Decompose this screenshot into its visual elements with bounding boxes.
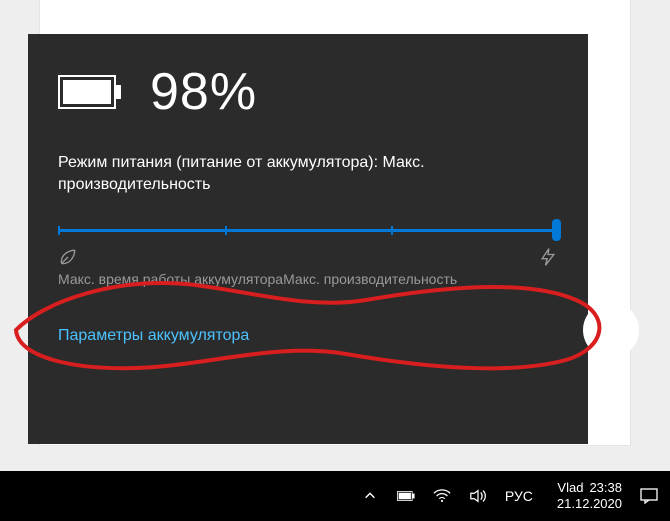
taskbar: РУС Vlad 23:38 21.12.2020 bbox=[0, 471, 670, 521]
slider-tick bbox=[391, 226, 393, 235]
tray-overflow-chevron-icon[interactable] bbox=[361, 487, 379, 505]
action-center-icon[interactable] bbox=[640, 487, 658, 505]
slider-icon-row bbox=[58, 247, 558, 267]
taskbar-date: 21.12.2020 bbox=[557, 496, 622, 512]
battery-settings-link[interactable]: Параметры аккумулятора bbox=[58, 327, 558, 345]
power-mode-slider[interactable] bbox=[58, 219, 558, 241]
battery-percentage: 98% bbox=[150, 62, 257, 122]
slider-tick bbox=[58, 226, 60, 235]
leaf-icon bbox=[58, 247, 78, 267]
language-indicator[interactable]: РУС bbox=[505, 488, 533, 504]
slider-tick bbox=[225, 226, 227, 235]
slider-label-left: Макс. время работы аккумулятора bbox=[58, 271, 283, 287]
slider-label-right: Макс. производительность bbox=[283, 271, 457, 287]
slider-track bbox=[58, 229, 558, 232]
volume-tray-icon[interactable] bbox=[469, 487, 487, 505]
taskbar-time: 23:38 bbox=[589, 480, 622, 496]
battery-tray-icon[interactable] bbox=[397, 487, 415, 505]
lightning-icon bbox=[538, 247, 558, 267]
power-mode-label: Режим питания (питание от аккумулятора):… bbox=[58, 152, 558, 195]
battery-header-row: 98% bbox=[58, 62, 558, 122]
slider-labels: Макс. время работы аккумулятораМакс. про… bbox=[58, 271, 558, 287]
wifi-tray-icon[interactable] bbox=[433, 487, 451, 505]
background-artifact bbox=[583, 302, 639, 358]
taskbar-user: Vlad bbox=[557, 480, 583, 496]
slider-thumb[interactable] bbox=[552, 219, 561, 241]
taskbar-clock[interactable]: Vlad 23:38 21.12.2020 bbox=[557, 480, 622, 511]
system-tray: РУС Vlad 23:38 21.12.2020 bbox=[361, 480, 658, 511]
battery-icon bbox=[58, 75, 122, 109]
battery-flyout: 98% Режим питания (питание от аккумулято… bbox=[28, 34, 588, 444]
